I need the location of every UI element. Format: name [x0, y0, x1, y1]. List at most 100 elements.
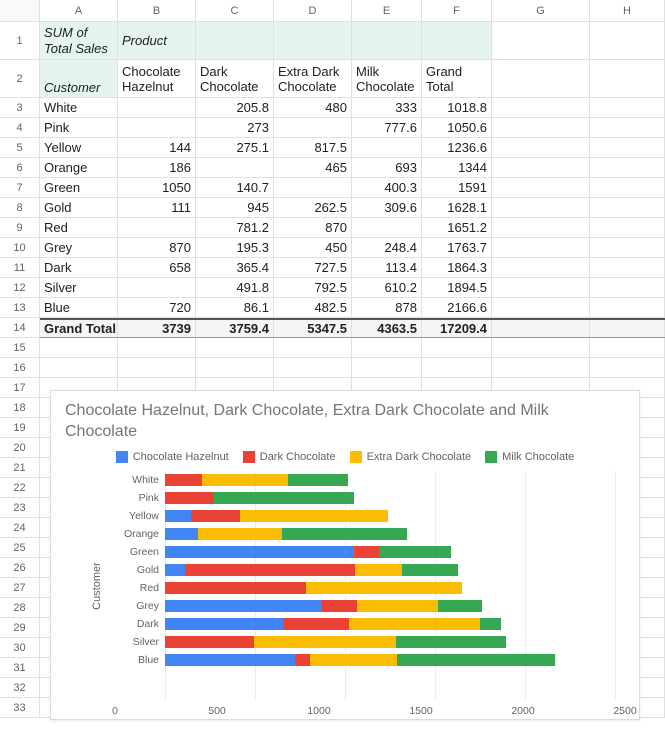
value-cell[interactable]: [196, 158, 274, 177]
product-header[interactable]: Dark Chocolate: [196, 60, 274, 97]
value-cell[interactable]: 205.8: [196, 98, 274, 117]
value-cell[interactable]: 1236.6: [422, 138, 492, 157]
cell[interactable]: [196, 358, 274, 377]
row-header-4[interactable]: 4: [0, 118, 40, 138]
value-cell[interactable]: 727.5: [274, 258, 352, 277]
customer-cell[interactable]: Orange: [40, 158, 118, 177]
row-header-10[interactable]: 10: [0, 238, 40, 258]
value-cell[interactable]: 365.4: [196, 258, 274, 277]
value-cell[interactable]: 400.3: [352, 178, 422, 197]
value-cell[interactable]: 1651.2: [422, 218, 492, 237]
value-cell[interactable]: 275.1: [196, 138, 274, 157]
pivot-measure-label[interactable]: SUM of Total Sales: [40, 22, 118, 59]
cell[interactable]: [590, 138, 665, 157]
customer-cell[interactable]: Blue: [40, 298, 118, 317]
row-header-1[interactable]: 1: [0, 22, 40, 60]
value-cell[interactable]: 817.5: [274, 138, 352, 157]
customer-cell[interactable]: White: [40, 98, 118, 117]
column-header-B[interactable]: B: [118, 0, 196, 21]
value-cell[interactable]: 658: [118, 258, 196, 277]
row-header-33[interactable]: 33: [0, 698, 40, 718]
cell[interactable]: [274, 22, 352, 59]
customer-cell[interactable]: Green: [40, 178, 118, 197]
cell[interactable]: [590, 338, 665, 357]
row-header-27[interactable]: 27: [0, 578, 40, 598]
row-header-31[interactable]: 31: [0, 658, 40, 678]
row-header-18[interactable]: 18: [0, 398, 40, 418]
value-cell[interactable]: 1344: [422, 158, 492, 177]
pivot-row-axis-label[interactable]: Customer: [40, 60, 118, 97]
column-header-G[interactable]: G: [492, 0, 590, 21]
value-cell[interactable]: 86.1: [196, 298, 274, 317]
value-cell[interactable]: 113.4: [352, 258, 422, 277]
row-header-14[interactable]: 14: [0, 318, 40, 338]
cell[interactable]: [590, 358, 665, 377]
value-cell[interactable]: 480: [274, 98, 352, 117]
row-header-25[interactable]: 25: [0, 538, 40, 558]
row-header-8[interactable]: 8: [0, 198, 40, 218]
row-header-21[interactable]: 21: [0, 458, 40, 478]
row-header-3[interactable]: 3: [0, 98, 40, 118]
value-cell[interactable]: [274, 178, 352, 197]
value-cell[interactable]: 693: [352, 158, 422, 177]
column-header-E[interactable]: E: [352, 0, 422, 21]
cell[interactable]: [492, 218, 590, 237]
grand-total-value[interactable]: 3739: [118, 320, 196, 337]
row-header-17[interactable]: 17: [0, 378, 40, 398]
cell[interactable]: [492, 98, 590, 117]
value-cell[interactable]: 273: [196, 118, 274, 137]
cell[interactable]: [590, 218, 665, 237]
row-header-7[interactable]: 7: [0, 178, 40, 198]
value-cell[interactable]: 1050.6: [422, 118, 492, 137]
value-cell[interactable]: [352, 218, 422, 237]
cell[interactable]: [590, 278, 665, 297]
row-header-23[interactable]: 23: [0, 498, 40, 518]
cell[interactable]: [590, 238, 665, 257]
row-header-16[interactable]: 16: [0, 358, 40, 378]
cell[interactable]: [352, 22, 422, 59]
value-cell[interactable]: [118, 98, 196, 117]
cell[interactable]: [492, 178, 590, 197]
value-cell[interactable]: 870: [274, 218, 352, 237]
cell[interactable]: [492, 60, 590, 97]
value-cell[interactable]: 309.6: [352, 198, 422, 217]
row-header-29[interactable]: 29: [0, 618, 40, 638]
cell[interactable]: [40, 358, 118, 377]
value-cell[interactable]: 781.2: [196, 218, 274, 237]
grand-total-value[interactable]: 3759.4: [196, 320, 274, 337]
grand-total-value[interactable]: 17209.4: [422, 320, 492, 337]
cell[interactable]: [274, 358, 352, 377]
cell[interactable]: [274, 338, 352, 357]
cell[interactable]: [492, 198, 590, 217]
cell[interactable]: [492, 22, 590, 59]
value-cell[interactable]: 1591: [422, 178, 492, 197]
cell[interactable]: [590, 178, 665, 197]
row-header-22[interactable]: 22: [0, 478, 40, 498]
pivot-col-axis-label[interactable]: Product: [118, 22, 196, 59]
select-all-corner[interactable]: [0, 0, 40, 22]
cell[interactable]: [40, 338, 118, 357]
customer-cell[interactable]: Grey: [40, 238, 118, 257]
row-header-30[interactable]: 30: [0, 638, 40, 658]
column-header-C[interactable]: C: [196, 0, 274, 21]
grand-total-value[interactable]: 4363.5: [352, 320, 422, 337]
cell[interactable]: [590, 118, 665, 137]
value-cell[interactable]: 945: [196, 198, 274, 217]
row-header-2[interactable]: 2: [0, 60, 40, 98]
value-cell[interactable]: 111: [118, 198, 196, 217]
cell[interactable]: [118, 338, 196, 357]
customer-cell[interactable]: Pink: [40, 118, 118, 137]
column-header-H[interactable]: H: [590, 0, 665, 21]
cell[interactable]: [590, 198, 665, 217]
cell[interactable]: [492, 338, 590, 357]
row-header-6[interactable]: 6: [0, 158, 40, 178]
value-cell[interactable]: 1018.8: [422, 98, 492, 117]
cell[interactable]: [492, 258, 590, 277]
product-header[interactable]: Extra Dark Chocolate: [274, 60, 352, 97]
value-cell[interactable]: 792.5: [274, 278, 352, 297]
cell[interactable]: [422, 22, 492, 59]
row-header-28[interactable]: 28: [0, 598, 40, 618]
row-header-19[interactable]: 19: [0, 418, 40, 438]
cell[interactable]: [196, 338, 274, 357]
chart-container[interactable]: Chocolate Hazelnut, Dark Chocolate, Extr…: [50, 390, 640, 720]
